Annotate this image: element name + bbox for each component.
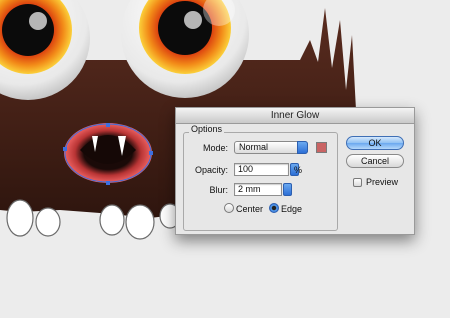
dialog-title: Inner Glow (176, 108, 414, 124)
mode-label: Mode: (202, 143, 228, 153)
chevron-updown-icon (297, 141, 308, 154)
anchor-point[interactable] (149, 151, 153, 155)
anchor-point[interactable] (106, 181, 110, 185)
radio-center[interactable] (224, 203, 234, 213)
inner-glow-dialog: Inner Glow Options Mode: Normal Opacity:… (175, 107, 415, 235)
preview-label: Preview (366, 177, 399, 187)
blur-input[interactable]: 2 mm (234, 183, 282, 196)
opacity-unit: % (294, 165, 303, 175)
anchor-point[interactable] (63, 147, 67, 151)
ok-button[interactable]: OK (346, 136, 404, 150)
glow-color-swatch[interactable] (316, 142, 327, 153)
cancel-button[interactable]: Cancel (346, 154, 404, 168)
blur-stepper[interactable] (283, 183, 292, 196)
radio-center-label: Center (236, 204, 264, 214)
anchor-point[interactable] (106, 123, 110, 127)
opacity-label: Opacity: (194, 165, 228, 175)
mode-select[interactable]: Normal (234, 141, 308, 154)
options-legend: Options (189, 124, 225, 134)
opacity-input[interactable]: 100 (234, 163, 289, 176)
mode-value: Normal (239, 142, 269, 152)
blur-label: Blur: (209, 185, 228, 195)
preview-checkbox[interactable] (353, 178, 362, 187)
radio-edge-label: Edge (281, 204, 303, 214)
radio-edge[interactable] (269, 203, 279, 213)
